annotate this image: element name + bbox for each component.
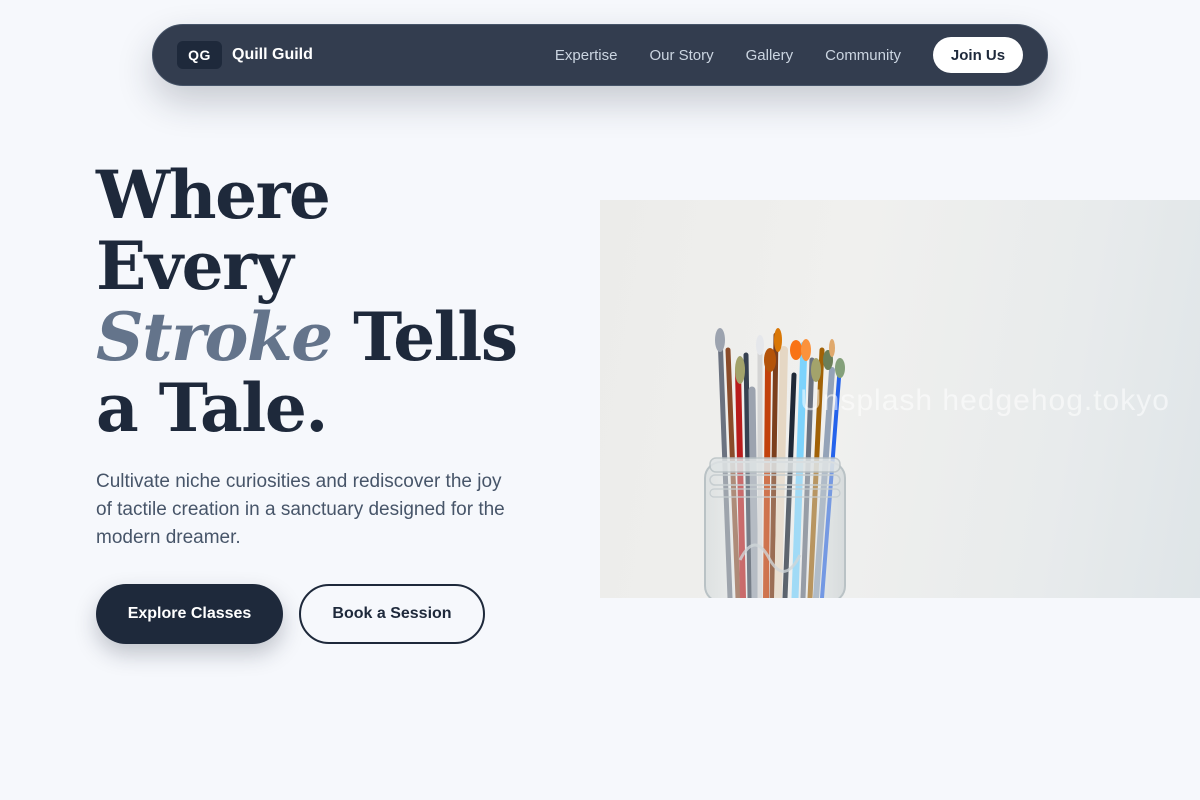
nav-link-gallery[interactable]: Gallery [746, 47, 794, 64]
nav-links: Expertise Our Story Gallery Community Jo… [555, 37, 1023, 73]
brand-logo-badge[interactable]: QG [177, 41, 222, 69]
top-navbar: QG Quill Guild Expertise Our Story Galle… [152, 24, 1048, 86]
brand-name[interactable]: Quill Guild [232, 46, 313, 64]
brand[interactable]: QG Quill Guild [177, 41, 313, 69]
join-us-button[interactable]: Join Us [933, 37, 1023, 73]
explore-classes-button[interactable]: Explore Classes [96, 584, 283, 644]
hero-subtitle: Cultivate niche curiosities and rediscov… [96, 471, 505, 548]
hero-title-line-3: Tells [353, 298, 518, 376]
image-watermark: Unsplash hedgehog.tokyo [800, 384, 1170, 417]
hero-title-line-4: a Tale. [96, 369, 328, 447]
nav-link-community[interactable]: Community [825, 47, 901, 64]
hero-title-line-2: Every [96, 227, 294, 305]
hero-title-line-1: Where [96, 156, 331, 234]
nav-link-expertise[interactable]: Expertise [555, 47, 618, 64]
hero-image-paint-brushes: Unsplash hedgehog.tokyo [600, 200, 1200, 598]
hero-title-accent: Stroke [96, 298, 333, 376]
book-session-button[interactable]: Book a Session [299, 584, 485, 644]
hero-title: Where Every Stroke Tells a Tale. [96, 160, 576, 444]
nav-link-our-story[interactable]: Our Story [649, 47, 713, 64]
